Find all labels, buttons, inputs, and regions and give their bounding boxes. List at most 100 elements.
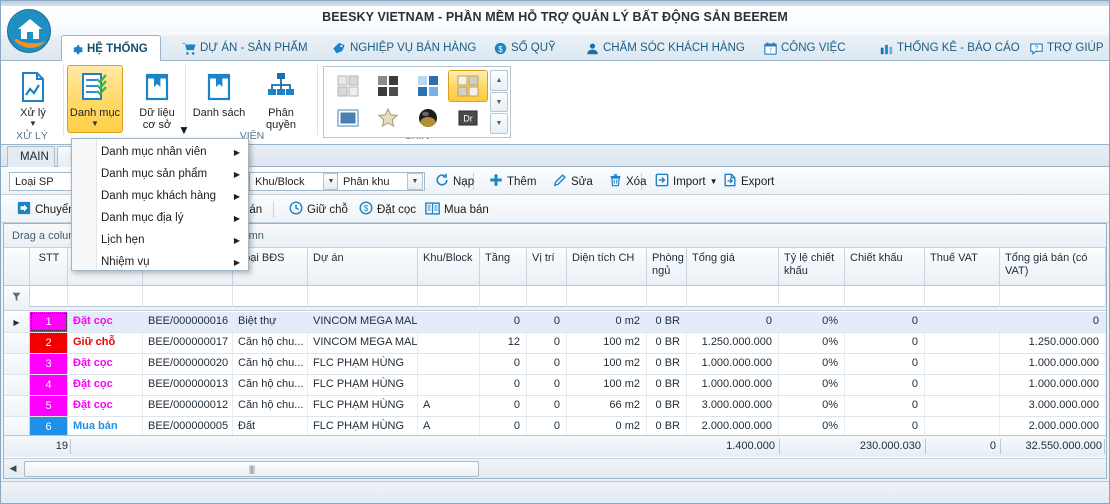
menu-item-danh-muc-san-pham[interactable]: Danh mục sản phẩm ▶ [97, 163, 248, 185]
table-row[interactable]: 4 Đặt cọc BEE/000000013 Căn hộ chu... FL… [4, 375, 1106, 396]
cell-tong-gia: 3.000.000.000 [687, 396, 779, 416]
scroll-left-icon[interactable]: ◀ [6, 461, 20, 476]
header-tang[interactable]: Tầng [480, 248, 527, 286]
filter-dien-tich[interactable] [567, 286, 647, 307]
table-row[interactable]: ▶ 1 Đặt cọc BEE/000000016 Biệt thự VINCO… [4, 312, 1106, 333]
mua-ban-button[interactable]: Mua bán [419, 199, 495, 220]
refresh-icon [435, 173, 449, 190]
button-label: Export [741, 175, 775, 188]
header-du-an[interactable]: Dự án [308, 248, 418, 286]
danh-muc-button[interactable]: Danh mục ▼ [67, 65, 123, 133]
scroll-thumb[interactable]: |||| [24, 461, 479, 477]
cell-ty-le: 0% [779, 417, 845, 437]
header-dien-tich-ch[interactable]: Diện tích CH [567, 248, 647, 286]
them-button[interactable]: Thêm [483, 171, 542, 192]
danh-muc-dropdown-menu[interactable]: Danh mục nhân viên ▶ Danh mục sản phẩm ▶… [71, 138, 249, 271]
chevron-down-icon[interactable]: ▼ [178, 123, 190, 137]
summary-chiet-khau: 230.000.030 [859, 440, 921, 452]
header-stt[interactable]: STT [30, 248, 68, 286]
header-tong-gia-ban[interactable]: Tổng giá bán (có VAT) [1000, 248, 1106, 286]
khu-block-combo[interactable]: Khu/Block ▼ [249, 172, 341, 191]
skin-gallery-scrollbar[interactable]: ▲ ▼ ▼ [490, 70, 508, 135]
skin-star-icon[interactable] [368, 102, 408, 134]
filter-loai-bds[interactable] [233, 286, 308, 307]
filter-tang[interactable] [480, 286, 527, 307]
filter-du-an[interactable] [308, 286, 418, 307]
tab-du-an-san-pham[interactable]: DỰ ÁN - SẢN PHẨM [173, 35, 313, 61]
filter-tong-gia[interactable] [687, 286, 779, 307]
tab-cong-viec[interactable]: 7 CÔNG VIỆC [755, 35, 861, 61]
header-ty-le-chiet-khau[interactable]: Tỷ lệ chiết khấu [779, 248, 845, 286]
table-row[interactable]: 5 Đặt cọc BEE/000000012 Căn hộ chu... FL… [4, 396, 1106, 417]
export-button[interactable]: Export [717, 171, 780, 192]
sua-button[interactable]: Sửa [547, 171, 599, 192]
nap-button[interactable]: Nạp [429, 171, 480, 192]
cell-du-an: FLC PHẠM HÙNG [308, 417, 418, 437]
skin-squares-dark-icon[interactable] [368, 70, 408, 102]
tab-tro-giup[interactable]: ? TRỢ GIÚP [1021, 35, 1107, 61]
tab-so-quy[interactable]: $ SỐ QUỸ [485, 35, 567, 61]
chevron-down-icon[interactable]: ▼ [91, 120, 99, 128]
skin-squares-gold-icon[interactable] [448, 70, 488, 102]
phan-quyen-button[interactable]: Phân quyền [253, 65, 309, 133]
danh-sach-button[interactable]: Danh sách [191, 65, 247, 133]
filter-tong-gia-ban[interactable] [1000, 286, 1106, 307]
du-lieu-co-so-button[interactable]: Dữ liệu cơ sở [129, 65, 185, 133]
filter-stt[interactable] [30, 286, 68, 307]
menu-item-danh-muc-nhan-vien[interactable]: Danh mục nhân viên ▶ [97, 141, 248, 163]
horizontal-scrollbar[interactable]: ◀ |||| [4, 458, 1106, 478]
filter-chiet-khau[interactable] [845, 286, 925, 307]
cell-khu-block [418, 312, 480, 332]
filter-ma-sp[interactable] [143, 286, 233, 307]
import-button[interactable]: Import ▼ [649, 171, 724, 192]
doc-tab-main[interactable]: MAIN [7, 146, 55, 167]
cell-vi-tri: 0 [527, 375, 567, 395]
header-tong-gia[interactable]: Tổng giá [687, 248, 779, 286]
chevron-down-icon[interactable]: ▼ [407, 173, 423, 190]
filter-icon[interactable] [4, 286, 30, 307]
filter-vi-tri[interactable] [527, 286, 567, 307]
ribbon-panel: XỬ LÝ VIÊN SKIN Xử lý ▼ Danh mục ▼ [1, 61, 1109, 145]
giu-cho-button[interactable]: Giữ chỗ [283, 199, 354, 220]
header-khu-block[interactable]: Khu/Block [418, 248, 480, 286]
table-row[interactable]: 3 Đặt cọc BEE/000000020 Căn hộ chu... FL… [4, 354, 1106, 375]
button-label: Phân quyền [266, 107, 296, 131]
cell-ma-sp: BEE/000000013 [143, 375, 233, 395]
skin-squares-light-icon[interactable] [328, 70, 368, 102]
header-chiet-khau[interactable]: Chiết khấu [845, 248, 925, 286]
tab-he-thong[interactable]: HỆ THỐNG [61, 35, 161, 62]
skin-pattern-blue-icon[interactable] [328, 102, 368, 134]
cell-du-an: FLC PHẠM HÙNG [308, 396, 418, 416]
skin-dr-icon[interactable]: Dr [448, 102, 488, 134]
menu-item-lich-hen[interactable]: Lịch hẹn ▶ [97, 229, 248, 251]
tab-cham-soc-khach-hang[interactable]: CHĂM SÓC KHÁCH HÀNG [577, 35, 745, 61]
filter-thue-vat[interactable] [925, 286, 1000, 307]
menu-item-danh-muc-dia-ly[interactable]: Danh mục địa lý ▶ [97, 207, 248, 229]
filter-phong-ngu[interactable] [647, 286, 687, 307]
skin-sphere-icon[interactable] [408, 102, 448, 134]
menu-item-danh-muc-khach-hang[interactable]: Danh mục khách hàng ▶ [97, 185, 248, 207]
scroll-more-icon[interactable]: ▼ [490, 113, 508, 135]
menu-item-nhiem-vu[interactable]: Nhiệm vụ ▶ [97, 251, 248, 273]
phan-khu-combo[interactable]: Phân khu ▼ [337, 172, 425, 191]
xoa-button[interactable]: Xóa [603, 171, 652, 192]
header-vi-tri[interactable]: Vị trí [527, 248, 567, 286]
header-thue-vat[interactable]: Thuế VAT [925, 248, 1000, 286]
skin-squares-blue-icon[interactable] [408, 70, 448, 102]
filter-khu-block[interactable] [418, 286, 480, 307]
header-phong-ngu[interactable]: Phòng ngủ [647, 248, 687, 286]
skin-gallery[interactable]: Dr ▲ ▼ ▼ [323, 66, 511, 138]
chevron-down-icon[interactable]: ▼ [29, 120, 37, 128]
dat-coc-button[interactable]: $ Đặt cọc [353, 199, 422, 220]
scroll-up-icon[interactable]: ▲ [490, 70, 508, 91]
cell-stt: 1 [30, 312, 68, 332]
cell-thue-vat [925, 417, 1000, 437]
cell-chiet-khau: 0 [845, 396, 925, 416]
filter-trang-thai[interactable] [68, 286, 143, 307]
xu-ly-button[interactable]: Xử lý ▼ [5, 65, 61, 133]
filter-ty-le[interactable] [779, 286, 845, 307]
tab-nghiep-vu-ban-hang[interactable]: NGHIỆP VỤ BÁN HÀNG [323, 35, 476, 61]
table-row[interactable]: 2 Giữ chỗ BEE/000000017 Căn hộ chu... VI… [4, 333, 1106, 354]
scroll-down-icon[interactable]: ▼ [490, 91, 508, 113]
tab-thong-ke-bao-cao[interactable]: THỐNG KÊ - BÁO CÁO [871, 35, 1020, 61]
